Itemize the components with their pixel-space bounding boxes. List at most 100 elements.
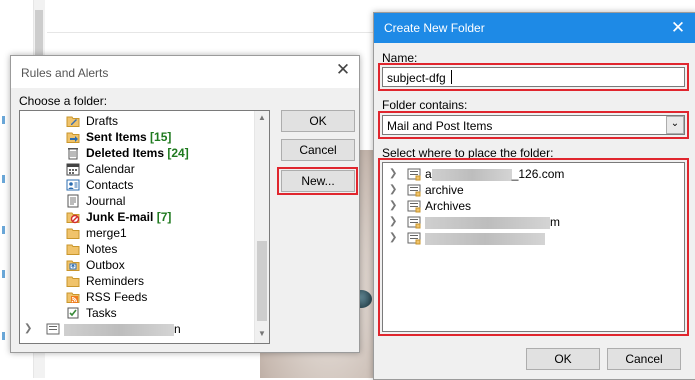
choose-folder-label: Choose a folder: bbox=[19, 94, 108, 108]
chevron-right-icon[interactable]: ❯ bbox=[389, 182, 397, 198]
trash-folder-icon bbox=[66, 146, 80, 160]
place-name: m bbox=[425, 214, 560, 230]
place-name-text: Archives bbox=[425, 199, 472, 213]
contacts-icon bbox=[66, 178, 80, 192]
folder-tree[interactable]: Drafts Sent Items [15] Deleted Items [24] C… bbox=[19, 110, 270, 344]
folder-icon bbox=[66, 226, 80, 240]
folder-name: Journal bbox=[86, 194, 126, 208]
place-tree-item[interactable]: ❯ a _126.com bbox=[389, 166, 669, 182]
rules-title-bar[interactable]: Rules and Alerts ✕ bbox=[11, 56, 359, 86]
folder-name: Outbox bbox=[86, 258, 125, 272]
redacted-account-name bbox=[431, 168, 512, 181]
new-folder-button[interactable]: New... bbox=[281, 170, 355, 192]
unread-count: [7] bbox=[153, 210, 172, 224]
folder-tree-item[interactable]: Deleted Items [24] bbox=[66, 145, 246, 161]
folder-name: RSS Feeds bbox=[86, 290, 148, 304]
folder-name: Reminders bbox=[86, 274, 145, 288]
create-folder-title: Create New Folder bbox=[384, 21, 485, 35]
folder-tree-item[interactable]: Contacts bbox=[66, 177, 246, 193]
chevron-right-icon[interactable]: ❯ bbox=[24, 321, 32, 337]
folder-tree-item[interactable]: Tasks bbox=[66, 305, 246, 321]
account-icon bbox=[407, 231, 421, 249]
place-tree-item[interactable]: ❯ Archives bbox=[389, 198, 669, 214]
folder-tree-item[interactable]: RSS Feeds bbox=[66, 289, 246, 305]
folder-tree-scrollbar[interactable]: ▲ ▼ bbox=[254, 111, 269, 343]
scroll-up-icon[interactable]: ▲ bbox=[258, 113, 266, 122]
folder-contains-value: Mail and Post Items bbox=[387, 119, 493, 133]
place-folder-tree[interactable]: ❯ a _126.com ❯ archive ❯ Archives ❯ m ❯ bbox=[382, 162, 685, 332]
folder-contains-select[interactable]: Mail and Post Items bbox=[382, 115, 685, 135]
folder-tree-item[interactable]: Sent Items [15] bbox=[66, 129, 246, 145]
journal-icon bbox=[66, 194, 80, 208]
folder-name: Tasks bbox=[86, 306, 117, 320]
folder-name: Drafts bbox=[86, 114, 119, 128]
place-name: a _126.com bbox=[425, 166, 564, 182]
close-icon[interactable]: ✕ bbox=[333, 60, 353, 80]
rules-dialog-title: Rules and Alerts bbox=[21, 66, 109, 80]
folder-name-field[interactable]: subject-dfg bbox=[382, 67, 685, 87]
folder-name: merge1 bbox=[86, 226, 127, 240]
redacted-account-name bbox=[425, 232, 545, 245]
chevron-right-icon[interactable]: ❯ bbox=[389, 230, 397, 246]
background-marker bbox=[2, 226, 5, 234]
background-marker bbox=[2, 175, 5, 183]
account-icon bbox=[46, 322, 60, 340]
folder-name: Notes bbox=[86, 242, 118, 256]
background-divider bbox=[47, 32, 373, 33]
folder-tree-item[interactable]: Journal bbox=[66, 193, 246, 209]
folder-name: Calendar bbox=[86, 162, 135, 176]
redacted-account-name bbox=[425, 216, 550, 229]
unread-count: [15] bbox=[146, 130, 172, 144]
create-new-folder-dialog: Create New Folder ✕ Name: subject-dfg Fo… bbox=[373, 12, 695, 380]
folder-icon bbox=[66, 274, 80, 288]
account-tree-item[interactable]: ❯ n bbox=[24, 321, 256, 337]
background-marker bbox=[2, 332, 5, 340]
folder-name: Junk E-mail [7] bbox=[86, 210, 172, 224]
folder-contains-label: Folder contains: bbox=[382, 98, 468, 112]
chevron-down-icon[interactable]: ⌄ bbox=[666, 116, 684, 134]
create-cancel-button[interactable]: Cancel bbox=[607, 348, 681, 370]
calendar-icon bbox=[66, 162, 80, 176]
chevron-right-icon[interactable]: ❯ bbox=[389, 166, 397, 182]
scroll-down-icon[interactable]: ▼ bbox=[258, 329, 266, 338]
place-name-suffix: m bbox=[550, 215, 560, 229]
create-ok-button[interactable]: OK bbox=[526, 348, 600, 370]
place-tree-item[interactable]: ❯ m bbox=[389, 214, 669, 230]
folder-tree-item[interactable]: Outbox bbox=[66, 257, 246, 273]
folder-icon bbox=[66, 242, 80, 256]
place-tree-item[interactable]: ❯ bbox=[389, 230, 669, 246]
folder-name: Contacts bbox=[86, 178, 134, 192]
cancel-button[interactable]: Cancel bbox=[281, 139, 355, 161]
sent-folder-icon bbox=[66, 130, 80, 144]
folder-name: Sent Items [15] bbox=[86, 130, 172, 144]
rules-and-alerts-dialog: Rules and Alerts ✕ Choose a folder: Draf… bbox=[10, 55, 360, 353]
rss-folder-icon bbox=[66, 290, 80, 304]
tasks-icon bbox=[66, 306, 80, 320]
place-name: archive bbox=[425, 182, 464, 198]
folder-tree-item[interactable]: Reminders bbox=[66, 273, 246, 289]
folder-name: Deleted Items [24] bbox=[86, 146, 189, 160]
create-folder-title-bar[interactable]: Create New Folder ✕ bbox=[374, 13, 695, 43]
folder-tree-item[interactable]: Drafts bbox=[66, 113, 246, 129]
place-name bbox=[425, 230, 545, 246]
place-name-suffix: _126.com bbox=[511, 167, 565, 181]
close-icon[interactable]: ✕ bbox=[668, 18, 688, 38]
account-name-suffix: n bbox=[174, 322, 181, 336]
rules-dialog-body: Choose a folder: Drafts Sent Items [15] De… bbox=[11, 88, 359, 352]
chevron-right-icon[interactable]: ❯ bbox=[389, 198, 397, 214]
ok-button[interactable]: OK bbox=[281, 110, 355, 132]
folder-tree-item[interactable]: merge1 bbox=[66, 225, 246, 241]
folder-tree-scroll-thumb[interactable] bbox=[257, 241, 267, 321]
place-name-text: a bbox=[425, 167, 432, 181]
folder-tree-item[interactable]: Calendar bbox=[66, 161, 246, 177]
folder-tree-item[interactable]: Notes bbox=[66, 241, 246, 257]
chevron-right-icon[interactable]: ❯ bbox=[389, 214, 397, 230]
text-caret bbox=[451, 70, 452, 84]
drafts-folder-icon bbox=[66, 114, 80, 128]
place-tree-item[interactable]: ❯ archive bbox=[389, 182, 669, 198]
outbox-folder-icon bbox=[66, 258, 80, 272]
place-name: Archives bbox=[425, 198, 471, 214]
junk-folder-icon bbox=[66, 210, 80, 224]
folder-tree-item[interactable]: Junk E-mail [7] bbox=[66, 209, 246, 225]
folder-name-value: subject-dfg bbox=[387, 71, 446, 85]
